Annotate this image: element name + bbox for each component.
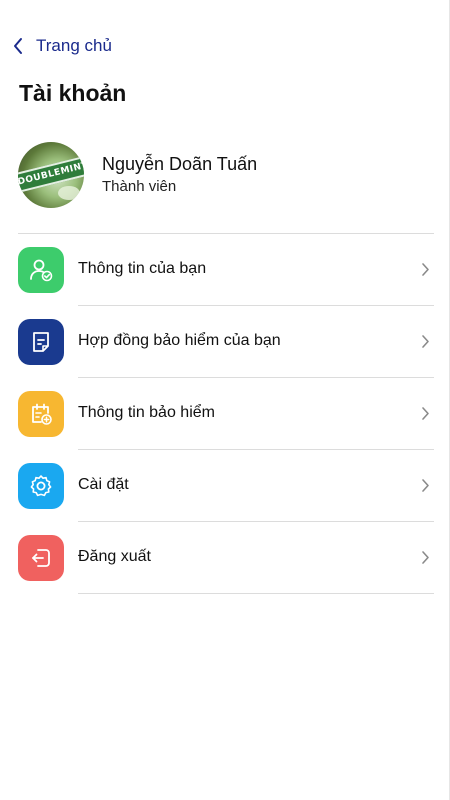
logout-icon: [18, 535, 64, 581]
profile-role: Thành viên: [102, 178, 177, 195]
chevron-right-icon: [421, 406, 430, 426]
back-button-label: Trang chủ: [36, 36, 112, 55]
chevron-right-icon: [421, 334, 430, 354]
menu-item-settings[interactable]: Cài đặt: [0, 450, 450, 522]
back-button[interactable]: Trang chủ: [12, 32, 112, 60]
document-icon: [18, 319, 64, 365]
avatar: DOUBLEMINT: [18, 142, 84, 208]
calendar-add-icon: [18, 391, 64, 437]
gear-icon: [18, 463, 64, 509]
menu-item-insurance-contracts[interactable]: Hợp đồng bảo hiểm của bạn: [0, 306, 450, 378]
menu-item-insurance-info[interactable]: Thông tin bảo hiểm: [0, 378, 450, 450]
chevron-right-icon: [421, 478, 430, 498]
menu-item-label: Đăng xuất: [78, 548, 151, 565]
menu-item-personal-info[interactable]: Thông tin của bạn: [0, 234, 450, 306]
user-check-icon: [18, 247, 64, 293]
chevron-right-icon: [421, 262, 430, 282]
chevron-left-icon: [12, 37, 24, 55]
menu-item-label: Thông tin của bạn: [78, 260, 207, 277]
menu-item-label: Cài đặt: [78, 476, 129, 493]
account-menu: Thông tin của bạn Hợp đồng bảo hiểm của …: [0, 234, 450, 594]
menu-item-label: Thông tin bảo hiểm: [78, 404, 215, 421]
menu-item-label: Hợp đồng bảo hiểm của bạn: [78, 332, 281, 349]
menu-item-logout[interactable]: Đăng xuất: [0, 522, 450, 594]
divider: [78, 593, 434, 594]
page-title: Tài khoản: [19, 80, 127, 106]
chevron-right-icon: [421, 550, 430, 570]
profile-name: Nguyễn Doãn Tuấn: [102, 154, 258, 174]
profile-card: DOUBLEMINT Nguyễn Doãn Tuấn Thành viên: [18, 142, 257, 208]
